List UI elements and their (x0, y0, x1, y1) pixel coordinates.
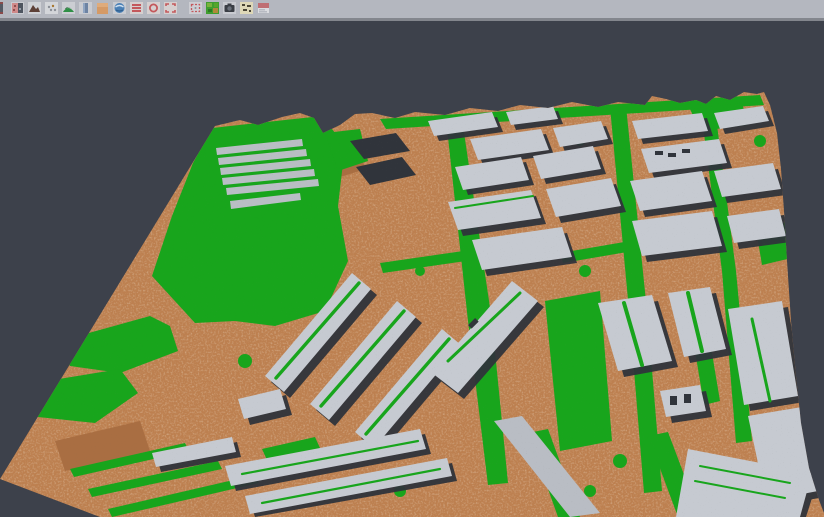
classified-map-tool-icon[interactable] (206, 1, 219, 15)
point-cloud-tool-icon[interactable] (45, 1, 58, 15)
point-cloud-scene (0, 21, 824, 517)
red-circle-tool-icon[interactable] (147, 1, 160, 15)
mountain-view-tool-icon[interactable] (28, 1, 41, 15)
globe-tool-icon[interactable] (113, 1, 126, 15)
annotation-tool-icon[interactable] (240, 1, 253, 15)
flag-tool-icon[interactable] (257, 1, 270, 15)
toolbar (0, 0, 824, 21)
terrain-tool-icon[interactable] (62, 1, 75, 15)
registration-tool-icon[interactable] (11, 1, 24, 15)
3d-viewport[interactable] (0, 21, 824, 517)
clipped-edge-tool-icon[interactable] (0, 1, 7, 15)
selection-frame-tool-icon[interactable] (164, 1, 177, 15)
application-window (0, 0, 824, 517)
profile-column-tool-icon[interactable] (79, 1, 92, 15)
red-list-tool-icon[interactable] (130, 1, 143, 15)
crop-tool-icon[interactable] (189, 1, 202, 15)
orthophoto-tool-icon[interactable] (96, 1, 109, 15)
dark-speckle (0, 81, 824, 517)
camera-tool-icon[interactable] (223, 1, 236, 15)
